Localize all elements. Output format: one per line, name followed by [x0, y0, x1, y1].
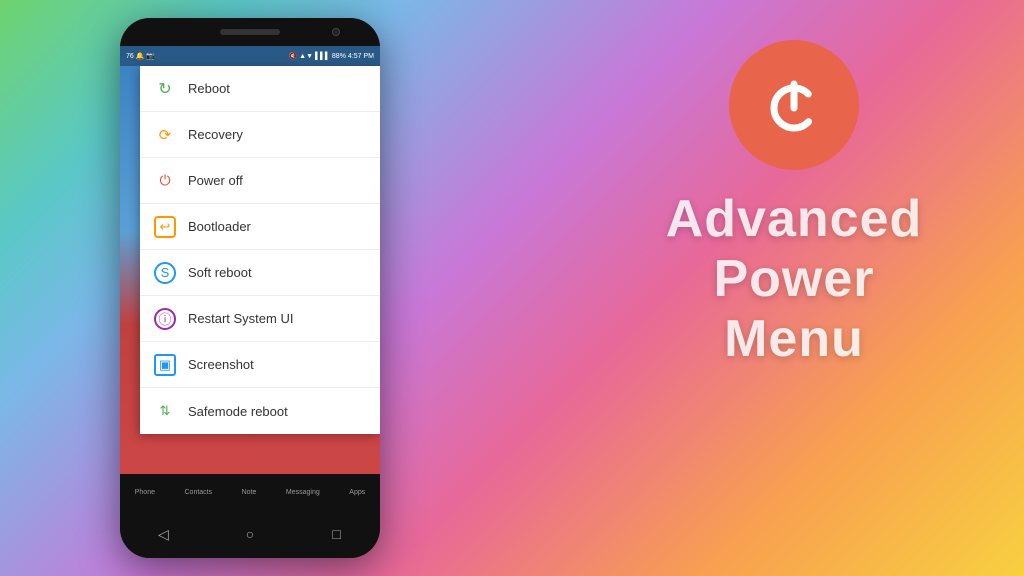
- menu-item-restartsystemui[interactable]: ⓘ Restart System UI: [140, 296, 380, 342]
- status-signal: ▌▌▌: [315, 53, 330, 60]
- phone-camera: [332, 28, 340, 36]
- menu-item-poweroff[interactable]: ⏻ Power off: [140, 158, 380, 204]
- bootloader-label: Bootloader: [188, 219, 251, 234]
- app-title: Advanced Power Menu: [666, 190, 923, 369]
- screenshot-label: Screenshot: [188, 357, 254, 372]
- nav-recent-button[interactable]: □: [325, 522, 349, 546]
- app-messaging[interactable]: Messaging: [286, 489, 320, 496]
- phone-top-bar: [120, 18, 380, 46]
- power-menu: ↻ Reboot ⟳ Recovery ⏻ Power off ↩ Bootlo…: [140, 66, 380, 434]
- poweroff-label: Power off: [188, 173, 243, 188]
- reboot-icon: ↻: [154, 78, 176, 100]
- menu-item-safemode[interactable]: ⇅ Safemode reboot: [140, 388, 380, 434]
- menu-item-bootloader[interactable]: ↩ Bootloader: [140, 204, 380, 250]
- power-icon-svg: [759, 70, 829, 140]
- status-bar: 76 🔔 📷 🔇 ▲▼ ▌▌▌ 88% 4:57 PM: [120, 46, 380, 66]
- nav-back-button[interactable]: ◁: [151, 522, 175, 546]
- status-mute: 🔇: [288, 52, 297, 60]
- title-line1: Advanced: [666, 190, 923, 250]
- phone-app-bar: Phone Contacts Note Messaging Apps: [120, 474, 380, 510]
- softreboot-icon: S: [154, 262, 176, 284]
- phone-speaker: [220, 29, 280, 35]
- status-battery: 88%: [332, 53, 346, 60]
- menu-item-recovery[interactable]: ⟳ Recovery: [140, 112, 380, 158]
- nav-home-button[interactable]: ○: [238, 522, 262, 546]
- phone-nav-bar: ◁ ○ □: [120, 510, 380, 558]
- bootloader-icon: ↩: [154, 216, 176, 238]
- title-line2: Power: [666, 250, 923, 310]
- safemode-label: Safemode reboot: [188, 404, 288, 419]
- power-icon-circle: [729, 40, 859, 170]
- phone-screen: 76 🔔 📷 🔇 ▲▼ ▌▌▌ 88% 4:57 PM ↻ Reboot ⟳ R…: [120, 46, 380, 510]
- status-right: 🔇 ▲▼ ▌▌▌ 88% 4:57 PM: [288, 52, 374, 60]
- recovery-icon: ⟳: [154, 124, 176, 146]
- phone-device: 76 🔔 📷 🔇 ▲▼ ▌▌▌ 88% 4:57 PM ↻ Reboot ⟳ R…: [120, 18, 380, 558]
- app-apps[interactable]: Apps: [349, 489, 365, 496]
- status-icons: 76 🔔 📷: [126, 52, 155, 60]
- app-contacts[interactable]: Contacts: [185, 489, 213, 496]
- status-left: 76 🔔 📷: [126, 52, 155, 60]
- softreboot-label: Soft reboot: [188, 265, 252, 280]
- poweroff-icon: ⏻: [154, 170, 176, 192]
- menu-item-reboot[interactable]: ↻ Reboot: [140, 66, 380, 112]
- menu-item-screenshot[interactable]: ▣ Screenshot: [140, 342, 380, 388]
- status-wifi: ▲▼: [299, 53, 313, 60]
- reboot-label: Reboot: [188, 81, 230, 96]
- restartsystemui-icon: ⓘ: [154, 308, 176, 330]
- right-panel: Advanced Power Menu: [604, 40, 984, 369]
- recovery-label: Recovery: [188, 127, 243, 142]
- safemode-icon: ⇅: [154, 400, 176, 422]
- menu-item-softreboot[interactable]: S Soft reboot: [140, 250, 380, 296]
- app-note[interactable]: Note: [242, 489, 257, 496]
- app-phone[interactable]: Phone: [135, 489, 155, 496]
- title-line3: Menu: [666, 310, 923, 370]
- screenshot-icon: ▣: [154, 354, 176, 376]
- restartsystemui-label: Restart System UI: [188, 311, 293, 326]
- status-time: 4:57 PM: [348, 53, 374, 60]
